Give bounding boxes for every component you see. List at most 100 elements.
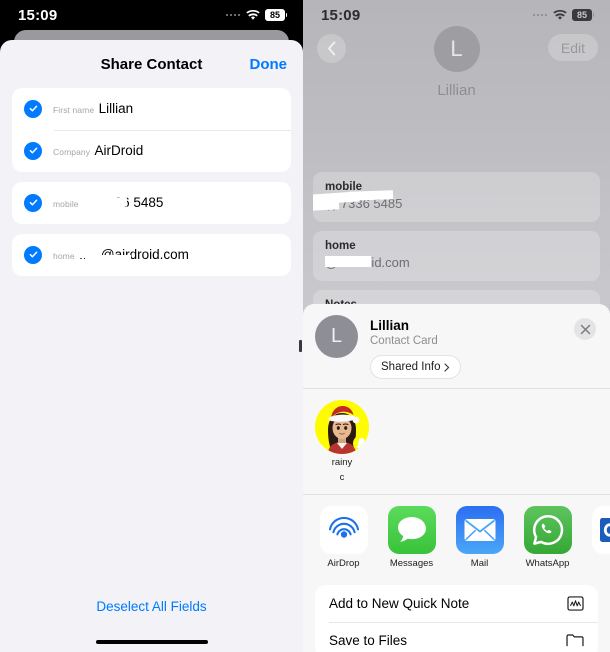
field-row-home-email[interactable]: home ...ai@airdroid.com bbox=[12, 234, 291, 276]
field-group-phone: mobile ( ) 7336 5485 bbox=[12, 182, 291, 224]
avatar-initial: L bbox=[450, 36, 463, 61]
close-icon[interactable] bbox=[574, 318, 596, 340]
redaction-mark bbox=[313, 200, 340, 211]
share-app-mail[interactable]: Mail bbox=[453, 506, 506, 570]
field-group-email: home ...ai@airdroid.com bbox=[12, 234, 291, 276]
info-card-home-email[interactable]: home @airdroid.com bbox=[313, 231, 600, 281]
airdrop-icon bbox=[319, 506, 368, 554]
contact-avatar[interactable]: L bbox=[433, 26, 480, 72]
share-item-subtitle: Contact Card bbox=[370, 335, 438, 347]
checkmark-icon[interactable] bbox=[24, 245, 42, 264]
share-sheet-header: L Lillian Contact Card Shared Info bbox=[303, 304, 610, 388]
snapchat-icon bbox=[353, 435, 369, 452]
share-app-label: Mail bbox=[470, 558, 489, 569]
battery-indicator: 85 bbox=[572, 9, 594, 21]
suggested-contact-name-line2: c bbox=[339, 472, 345, 483]
share-app-airdrop[interactable]: AirDrop bbox=[317, 506, 370, 570]
status-indicators: 85 bbox=[225, 9, 287, 21]
share-app-label: AirDrop bbox=[327, 558, 360, 569]
messages-icon bbox=[387, 506, 436, 554]
wifi-icon bbox=[246, 9, 260, 20]
screenshot-root: 15:09 85 Share Contact Done First name L… bbox=[0, 0, 610, 652]
field-label: mobile bbox=[53, 198, 79, 209]
field-list: First name Lillian Company AirDroid mobi… bbox=[0, 88, 303, 276]
share-app-label: WhatsApp bbox=[525, 558, 570, 569]
redaction-mark bbox=[348, 190, 394, 201]
status-indicators: 85 bbox=[532, 9, 594, 21]
screen-edge-artifact bbox=[299, 340, 302, 352]
share-app-whatsapp[interactable]: WhatsApp bbox=[521, 506, 574, 570]
suggested-contacts-row: rainy c bbox=[303, 389, 610, 494]
share-app-outlook[interactable]: O bbox=[589, 506, 610, 570]
suggested-contact-name: rainy bbox=[331, 457, 353, 468]
wifi-icon bbox=[553, 9, 567, 20]
share-sheet: L Lillian Contact Card Shared Info rainy… bbox=[303, 304, 610, 652]
folder-icon bbox=[566, 633, 584, 648]
checkmark-icon[interactable] bbox=[24, 141, 42, 160]
status-time: 15:09 bbox=[18, 6, 58, 24]
share-app-label: O bbox=[589, 558, 610, 570]
share-apps-row: AirDrop Messages Mail WhatsApp bbox=[303, 495, 610, 579]
suggested-contact-rainy-c[interactable]: rainy c bbox=[315, 400, 369, 484]
left-phone-panel: 15:09 85 Share Contact Done First name L… bbox=[0, 0, 303, 652]
field-row-first-name[interactable]: First name Lillian bbox=[12, 88, 291, 130]
info-value-redacted: ( ) 7336 5485 bbox=[313, 190, 588, 213]
field-label: First name bbox=[53, 104, 95, 115]
field-value: AirDroid bbox=[94, 142, 144, 158]
contact-name: Lillian bbox=[437, 82, 476, 99]
field-row-mobile[interactable]: mobile ( ) 7336 5485 bbox=[12, 182, 291, 224]
field-label: home bbox=[53, 250, 75, 261]
share-item-title: Lillian bbox=[370, 318, 410, 333]
shared-info-label: Shared Info bbox=[381, 361, 441, 373]
share-contact-sheet: Share Contact Done First name Lillian Co… bbox=[0, 40, 303, 652]
battery-level: 85 bbox=[572, 9, 592, 21]
checkmark-icon[interactable] bbox=[24, 99, 42, 118]
action-label: Save to Files bbox=[329, 633, 408, 648]
back-button[interactable] bbox=[317, 34, 346, 63]
status-bar-left: 15:09 85 bbox=[0, 0, 303, 30]
field-value-redacted: ...ai@airdroid.com bbox=[78, 247, 189, 265]
mail-icon bbox=[455, 506, 504, 554]
action-save-to-files[interactable]: Save to Files bbox=[315, 622, 598, 652]
navigation-row: L Edit bbox=[303, 26, 610, 72]
share-app-label: Messages bbox=[389, 558, 434, 569]
whatsapp-icon bbox=[523, 506, 572, 554]
battery-level: 85 bbox=[265, 9, 285, 21]
info-card-mobile[interactable]: mobile ( ) 7336 5485 bbox=[313, 172, 600, 222]
share-item-avatar: L bbox=[315, 315, 358, 358]
status-time: 15:09 bbox=[321, 6, 361, 24]
action-label: Add to New Quick Note bbox=[329, 596, 470, 611]
home-indicator[interactable] bbox=[95, 639, 208, 644]
battery-indicator: 85 bbox=[265, 9, 287, 21]
done-button[interactable]: Done bbox=[250, 56, 288, 73]
chevron-right-icon bbox=[444, 362, 450, 372]
contact-info-list: mobile ( ) 7336 5485 home @airdroid.com … bbox=[303, 158, 610, 322]
share-actions-list: Add to New Quick Note Save to Files bbox=[315, 585, 598, 652]
info-value-redacted: @airdroid.com bbox=[325, 254, 588, 272]
deselect-all-fields-button[interactable]: Deselect All Fields bbox=[0, 599, 303, 614]
contact-header: L Edit Lillian bbox=[303, 26, 610, 99]
page-title: Share Contact bbox=[100, 55, 203, 73]
field-value-redacted: ( ) 7336 5485 bbox=[79, 192, 163, 211]
avatar-initial: L bbox=[330, 325, 343, 347]
sheet-header: Share Contact Done bbox=[0, 40, 303, 88]
checkmark-icon[interactable] bbox=[24, 193, 42, 212]
share-item-meta: Lillian Contact Card Shared Info bbox=[370, 315, 462, 379]
redaction-mark bbox=[325, 256, 371, 267]
field-group-name: First name Lillian Company AirDroid bbox=[12, 88, 291, 172]
cellular-dots-icon bbox=[532, 13, 547, 17]
quick-note-icon bbox=[567, 596, 584, 611]
action-add-to-new-quick-note[interactable]: Add to New Quick Note bbox=[315, 585, 598, 622]
edit-button[interactable]: Edit bbox=[547, 34, 598, 61]
field-row-company[interactable]: Company AirDroid bbox=[12, 130, 291, 172]
share-app-messages[interactable]: Messages bbox=[385, 506, 438, 570]
right-phone-panel: 15:09 85 L Edit Lillian mobile () 7336 … bbox=[303, 0, 610, 652]
field-value: Lillian bbox=[98, 100, 134, 116]
info-label: home bbox=[325, 240, 356, 252]
bitmoji-avatar bbox=[315, 400, 369, 454]
shared-info-button[interactable]: Shared Info bbox=[370, 355, 462, 379]
cellular-dots-icon bbox=[225, 13, 240, 17]
outlook-icon bbox=[591, 506, 610, 554]
chevron-left-icon bbox=[327, 41, 335, 56]
field-label: Company bbox=[53, 146, 91, 157]
